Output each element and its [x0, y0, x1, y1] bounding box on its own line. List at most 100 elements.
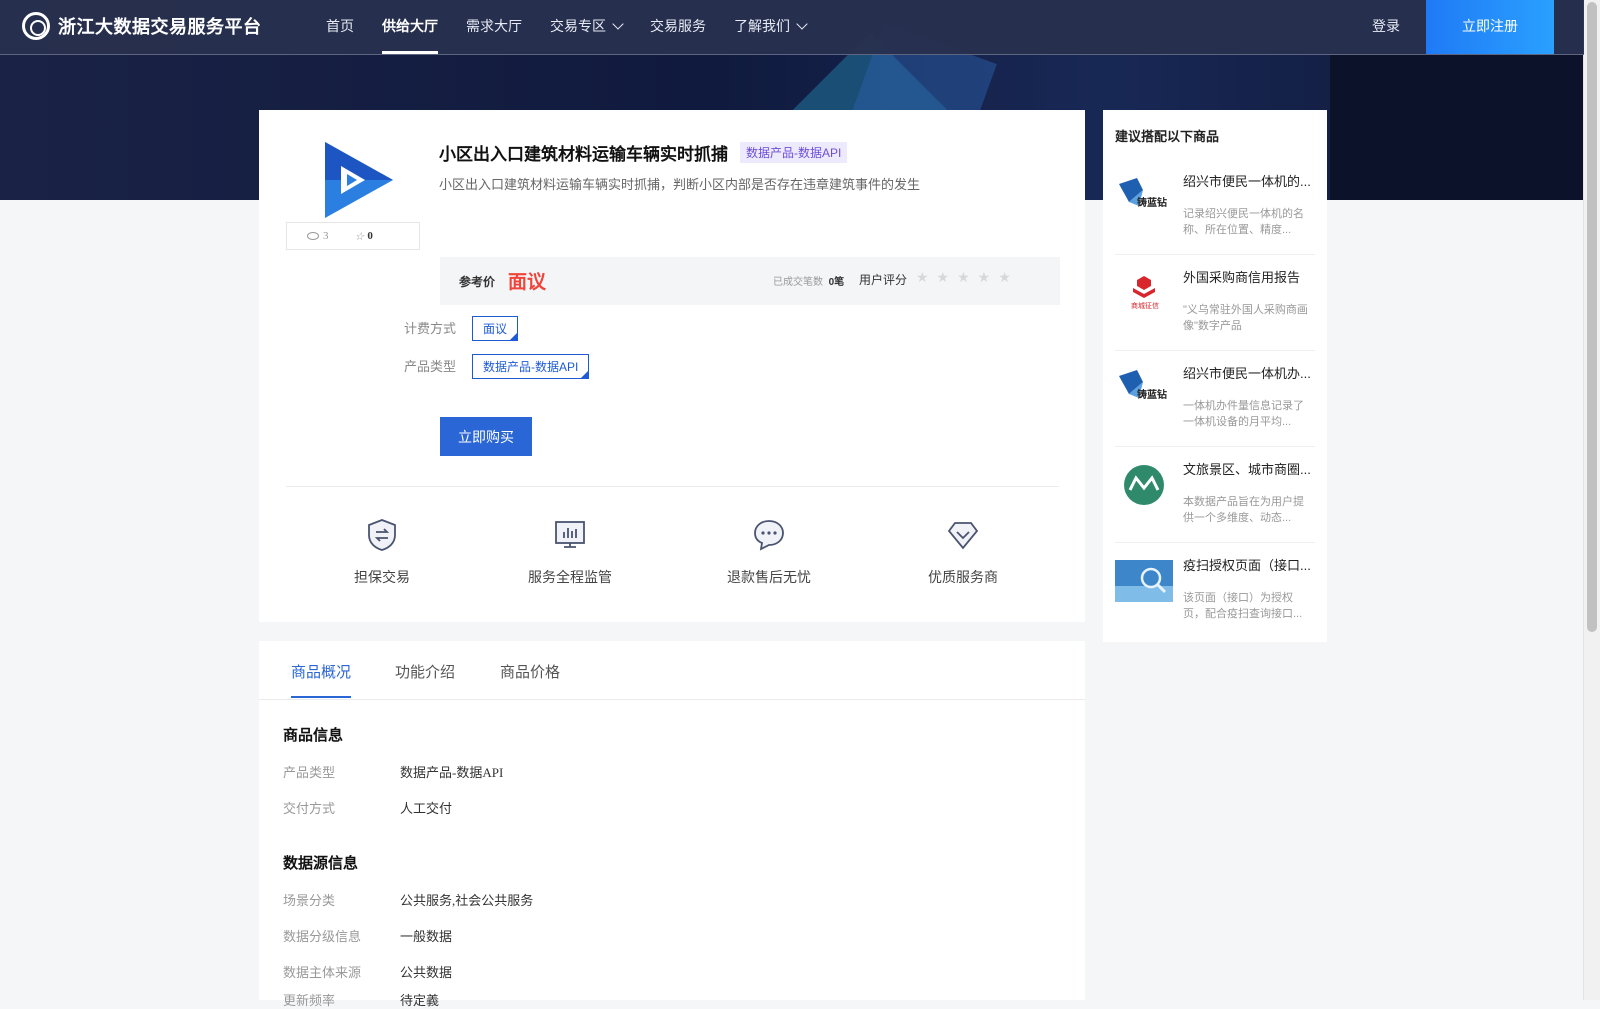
top-nav: 浙江大数据交易服务平台 首页 供给大厅 需求大厅 交易专区 交易服务 了解我们 … — [0, 0, 1584, 55]
deals-value: 0笔 — [828, 277, 845, 288]
recommended-item-desc: 一体机办件量信息记录了一体机设备的月平均... — [1183, 400, 1304, 428]
nav-item-home[interactable]: 首页 — [312, 0, 368, 54]
recommended-item-name: 外国采购商信用报告 — [1183, 270, 1301, 285]
product-description: 小区出入口建筑材料运输车辆实时抓捕，判断小区内部是否存在违章建筑事件的发生 — [439, 177, 921, 192]
product-title: 小区出入口建筑材料运输车辆实时抓捕 — [439, 145, 728, 164]
nav-item-demand-hall[interactable]: 需求大厅 — [452, 0, 536, 54]
section-title-product-info: 商品信息 — [283, 728, 344, 744]
chevron-down-icon — [796, 18, 808, 30]
chevron-down-icon — [612, 18, 624, 30]
info-key: 产品类型 — [283, 765, 336, 780]
product-stats: 3 ☆ 0 — [286, 222, 420, 250]
price-value: 面议 — [508, 272, 547, 293]
nav-item-about-us[interactable]: 了解我们 — [720, 0, 820, 54]
shield-exchange-icon — [368, 519, 396, 551]
product-thumbnail-icon — [1115, 560, 1173, 602]
info-key: 场景分类 — [283, 893, 336, 908]
nav-item-label: 交易专区 — [550, 18, 606, 34]
guarantee-label: 优质服务商 — [928, 569, 998, 585]
recommended-item-desc: "义乌常驻外国人采购商画像"数字产品 — [1183, 304, 1308, 332]
rating-stars: ★★★★★ — [916, 269, 1019, 285]
scrollbar-thumb[interactable] — [1587, 2, 1597, 632]
nav-item-label: 供给大厅 — [382, 18, 438, 34]
recommended-item-name: 绍兴市便民一体机的... — [1183, 174, 1311, 189]
recommended-item-desc: 本数据产品旨在为用户提供一个多维度、动态... — [1183, 496, 1304, 524]
billing-label: 计费方式 — [404, 321, 457, 336]
info-value: 人工交付 — [400, 801, 453, 816]
brand-name: 浙江大数据交易服务平台 — [58, 17, 262, 37]
recommendation-title: 建议搭配以下商品 — [1115, 129, 1220, 144]
price-label: 参考价 — [459, 275, 496, 289]
recommended-item[interactable]: 文旅景区、城市商圈... 本数据产品旨在为用户提供一个多维度、动态... — [1115, 446, 1315, 543]
product-title-row: 小区出入口建筑材料运输车辆实时抓捕 数据产品-数据API — [439, 140, 848, 165]
product-play-logo-icon — [325, 142, 393, 218]
recommended-item-name: 疫扫授权页面（接口... — [1183, 558, 1311, 573]
tab-pricing[interactable]: 商品价格 — [500, 661, 560, 682]
info-value: 一般数据 — [400, 929, 453, 944]
tab-overview[interactable]: 商品概况 — [291, 661, 352, 698]
nav-menu: 首页 供给大厅 需求大厅 交易专区 交易服务 了解我们 — [312, 0, 820, 54]
login-link[interactable]: 登录 — [1372, 0, 1400, 52]
info-key: 数据分级信息 — [283, 929, 362, 944]
star-outline-icon: ☆ — [354, 230, 365, 243]
deals-count: 已成交笔数 0笔 — [773, 273, 844, 288]
deals-label: 已成交笔数 — [773, 277, 823, 288]
eye-icon — [307, 232, 319, 240]
rating-label: 用户评分 — [859, 273, 908, 287]
company-logo-icon: 铸蓝钻 — [1119, 370, 1167, 401]
recommended-item-desc: 记录绍兴便民一体机的名称、所在位置、精度... — [1183, 208, 1304, 236]
tab-features[interactable]: 功能介绍 — [395, 661, 455, 682]
recommended-item[interactable]: 疫扫授权页面（接口... 该页面（接口）为授权页，配合疫扫查询接口... — [1115, 542, 1315, 638]
billing-option[interactable]: 面议 — [472, 316, 519, 341]
svg-text:铸蓝钻: 铸蓝钻 — [1137, 388, 1167, 401]
guarantee-label: 退款售后无忧 — [727, 569, 811, 585]
page-scrollbar[interactable] — [1583, 0, 1600, 1000]
company-logo-icon — [1124, 465, 1164, 505]
brand-mark-icon — [22, 12, 50, 40]
view-count: 3 — [307, 230, 329, 242]
info-key: 数据主体来源 — [283, 965, 362, 980]
register-button[interactable]: 立即注册 — [1426, 0, 1554, 54]
svg-text:商城征信: 商城征信 — [1131, 301, 1159, 310]
type-label: 产品类型 — [404, 359, 457, 374]
divider — [286, 486, 1059, 487]
section-title-data-source: 数据源信息 — [283, 856, 359, 872]
favorite-count[interactable]: ☆ 0 — [355, 230, 373, 243]
recommendation-panel: 建议搭配以下商品 铸蓝钻 绍兴市便民一体机的... 记录绍兴便民一体机的名称、所… — [1103, 110, 1327, 642]
info-key: 交付方式 — [283, 801, 336, 816]
nav-item-trade-zone[interactable]: 交易专区 — [536, 0, 636, 54]
info-value: 数据产品-数据API — [400, 765, 504, 780]
guarantee-refund: 退款售后无忧 — [709, 518, 829, 587]
buy-now-button[interactable]: 立即购买 — [440, 417, 532, 456]
detail-tabs: 商品概况 功能介绍 商品价格 — [259, 641, 1085, 700]
nav-item-trade-service[interactable]: 交易服务 — [636, 0, 720, 54]
recommended-item-name: 文旅景区、城市商圈... — [1183, 462, 1311, 477]
nav-item-label: 交易服务 — [650, 18, 706, 34]
nav-item-label: 需求大厅 — [466, 18, 522, 34]
guarantee-quality-provider: 优质服务商 — [903, 518, 1023, 587]
brand-logo[interactable]: 浙江大数据交易服务平台 — [22, 12, 262, 40]
product-card: 3 ☆ 0 小区出入口建筑材料运输车辆实时抓捕 数据产品-数据API 小区出入口建… — [259, 110, 1085, 622]
recommended-item[interactable]: 铸蓝钻 绍兴市便民一体机的... 记录绍兴便民一体机的名称、所在位置、精度... — [1115, 158, 1315, 255]
guarantee-escrow: 担保交易 — [322, 518, 442, 587]
view-count-value: 3 — [323, 230, 329, 242]
guarantee-label: 担保交易 — [354, 569, 410, 585]
price-panel: 参考价 面议 已成交笔数 0笔 用户评分 ★★★★★ — [440, 257, 1060, 305]
guarantee-supervision: 服务全程监管 — [510, 518, 630, 587]
recommended-item[interactable]: 商城征信 外国采购商信用报告 "义乌常驻外国人采购商画像"数字产品 — [1115, 254, 1315, 351]
type-option[interactable]: 数据产品-数据API — [472, 354, 590, 379]
nav-item-label: 了解我们 — [734, 18, 790, 34]
hero-decoration — [1330, 55, 1584, 200]
product-category-tag: 数据产品-数据API — [740, 142, 848, 163]
svg-text:铸蓝钻: 铸蓝钻 — [1137, 196, 1167, 209]
company-logo-icon: 铸蓝钻 — [1119, 178, 1167, 209]
guarantee-label: 服务全程监管 — [528, 569, 612, 585]
recommended-item-desc: 该页面（接口）为授权页，配合疫扫查询接口... — [1183, 592, 1303, 620]
info-value: 公共服务,社会公共服务 — [400, 893, 534, 908]
info-value: 公共数据 — [400, 965, 453, 980]
nav-item-supply-hall[interactable]: 供给大厅 — [368, 0, 452, 54]
diamond-check-icon — [947, 522, 979, 550]
chat-bubble-icon — [754, 520, 784, 551]
monitor-chart-icon — [555, 521, 585, 548]
recommended-item[interactable]: 铸蓝钻 绍兴市便民一体机办... 一体机办件量信息记录了一体机设备的月平均... — [1115, 350, 1315, 447]
